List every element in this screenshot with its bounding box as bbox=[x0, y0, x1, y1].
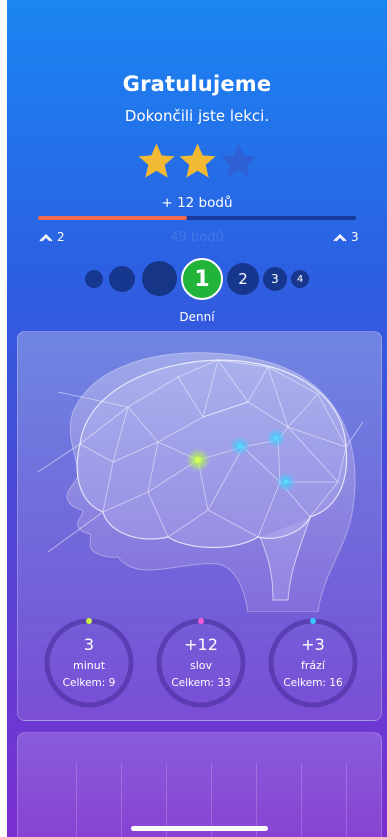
stat-phrases: +3 frází Celkem: 16 bbox=[267, 617, 359, 709]
points-earned: + 12 bodů bbox=[161, 195, 233, 211]
streak-label: Denní bbox=[179, 310, 215, 324]
streak-upcoming-day: 4 bbox=[291, 270, 309, 288]
streak-upcoming-day: 3 bbox=[263, 267, 287, 291]
page-title: Gratulujeme bbox=[122, 72, 272, 96]
stat-unit: frází bbox=[301, 659, 325, 672]
current-level: 2 bbox=[39, 230, 65, 244]
stat-value: +12 bbox=[184, 635, 218, 654]
stat-indicator-dot bbox=[198, 618, 204, 624]
chart-gridline bbox=[121, 763, 122, 837]
page-subtitle: Dokončili jste lekci. bbox=[124, 107, 270, 125]
screen: Gratulujeme Dokončili jste lekci. + 12 b… bbox=[0, 0, 387, 837]
stat-indicator-dot bbox=[86, 618, 92, 624]
star-rating bbox=[137, 142, 261, 180]
next-level-number: 3 bbox=[351, 230, 359, 244]
chart-gridline bbox=[301, 763, 302, 837]
streak-indicator: 1 2 3 4 bbox=[85, 258, 325, 300]
stat-value: 3 bbox=[83, 635, 95, 654]
stat-minutes: 3 minut Celkem: 9 bbox=[43, 617, 135, 709]
streak-past-dot bbox=[85, 270, 103, 288]
star-empty-icon bbox=[220, 143, 257, 178]
chart-gridline bbox=[346, 763, 347, 837]
streak-past-dot bbox=[109, 266, 135, 292]
history-chart-card bbox=[17, 732, 382, 837]
current-level-number: 2 bbox=[57, 230, 65, 244]
stat-indicator-dot bbox=[310, 618, 316, 624]
level-progress-fill bbox=[38, 216, 188, 220]
rank-chevron-icon bbox=[39, 233, 53, 242]
stat-unit: minut bbox=[72, 659, 106, 672]
brain-illustration bbox=[37, 352, 364, 612]
streak-upcoming-day: 2 bbox=[227, 263, 259, 295]
star-filled-icon bbox=[179, 143, 216, 178]
chart-gridline bbox=[76, 763, 77, 837]
stat-unit: slov bbox=[189, 659, 213, 672]
lesson-stats-card: 3 minut Celkem: 9 +12 slov Celkem: 33 +3 bbox=[17, 331, 382, 721]
stat-total: Celkem: 33 bbox=[171, 677, 231, 689]
next-level: 3 bbox=[333, 230, 359, 244]
stat-words: +12 slov Celkem: 33 bbox=[155, 617, 247, 709]
rank-chevron-icon bbox=[333, 233, 347, 242]
streak-current-day: 1 bbox=[181, 258, 223, 300]
home-indicator[interactable] bbox=[131, 826, 268, 831]
lesson-complete-screen: Gratulujeme Dokončili jste lekci. + 12 b… bbox=[7, 0, 387, 837]
stat-total: Celkem: 9 bbox=[62, 677, 116, 689]
streak-past-dot bbox=[142, 261, 177, 296]
stat-value: +3 bbox=[301, 635, 325, 654]
stat-total: Celkem: 16 bbox=[283, 677, 343, 689]
star-filled-icon bbox=[138, 143, 175, 178]
level-progress-bar bbox=[38, 216, 356, 220]
